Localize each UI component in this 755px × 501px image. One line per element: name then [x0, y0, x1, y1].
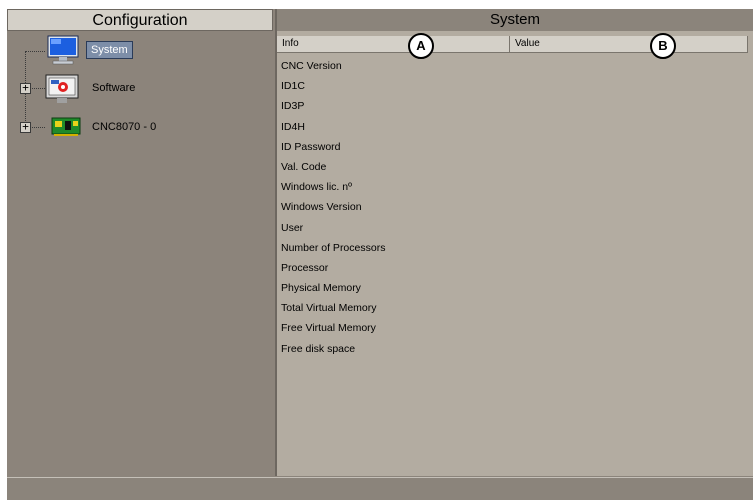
list-item[interactable]: ID4H [281, 117, 741, 137]
configuration-title: Configuration [7, 9, 273, 31]
expand-icon[interactable]: + [20, 82, 31, 94]
column-header-info[interactable]: Info [277, 36, 510, 53]
list-item[interactable]: Windows lic. nº [281, 177, 741, 197]
list-item[interactable]: Val. Code [281, 157, 741, 177]
list-item[interactable]: CNC Version [281, 56, 741, 76]
tree-connector [29, 88, 45, 89]
configuration-panel: Configuration System + Software + CNC807… [7, 9, 277, 476]
software-icon [45, 74, 79, 103]
list-item[interactable]: Windows Version [281, 197, 741, 217]
list-item[interactable]: ID1C [281, 76, 741, 96]
tree-connector [25, 51, 45, 52]
column-header-row: Info Value [277, 36, 753, 53]
list-item[interactable]: Number of Processors [281, 238, 741, 258]
status-bar [7, 477, 753, 500]
list-item[interactable]: ID3P [281, 96, 741, 116]
info-list: CNC Version ID1C ID3P ID4H ID Password V… [281, 56, 741, 359]
list-item[interactable]: Processor [281, 258, 741, 278]
configuration-tree: System + Software + CNC8070 - 0 [7, 31, 275, 476]
tree-item-label: System [86, 41, 133, 59]
list-item[interactable]: Physical Memory [281, 278, 741, 298]
list-item[interactable]: Free Virtual Memory [281, 318, 741, 338]
list-item[interactable]: Free disk space [281, 339, 741, 359]
expand-icon[interactable]: + [20, 121, 31, 133]
list-item[interactable]: ID Password [281, 137, 741, 157]
tree-connector [29, 127, 45, 128]
monitor-icon [47, 35, 79, 65]
system-title: System [277, 9, 753, 31]
tree-item-label: Software [92, 82, 136, 94]
list-item[interactable]: User [281, 218, 741, 238]
tree-item-label: CNC8070 - 0 [92, 121, 157, 133]
system-panel: System Info Value A B CNC Version ID1C I… [277, 9, 753, 476]
column-header-value[interactable]: Value [510, 36, 748, 53]
list-item[interactable]: Total Virtual Memory [281, 298, 741, 318]
circuit-board-icon [51, 117, 81, 136]
